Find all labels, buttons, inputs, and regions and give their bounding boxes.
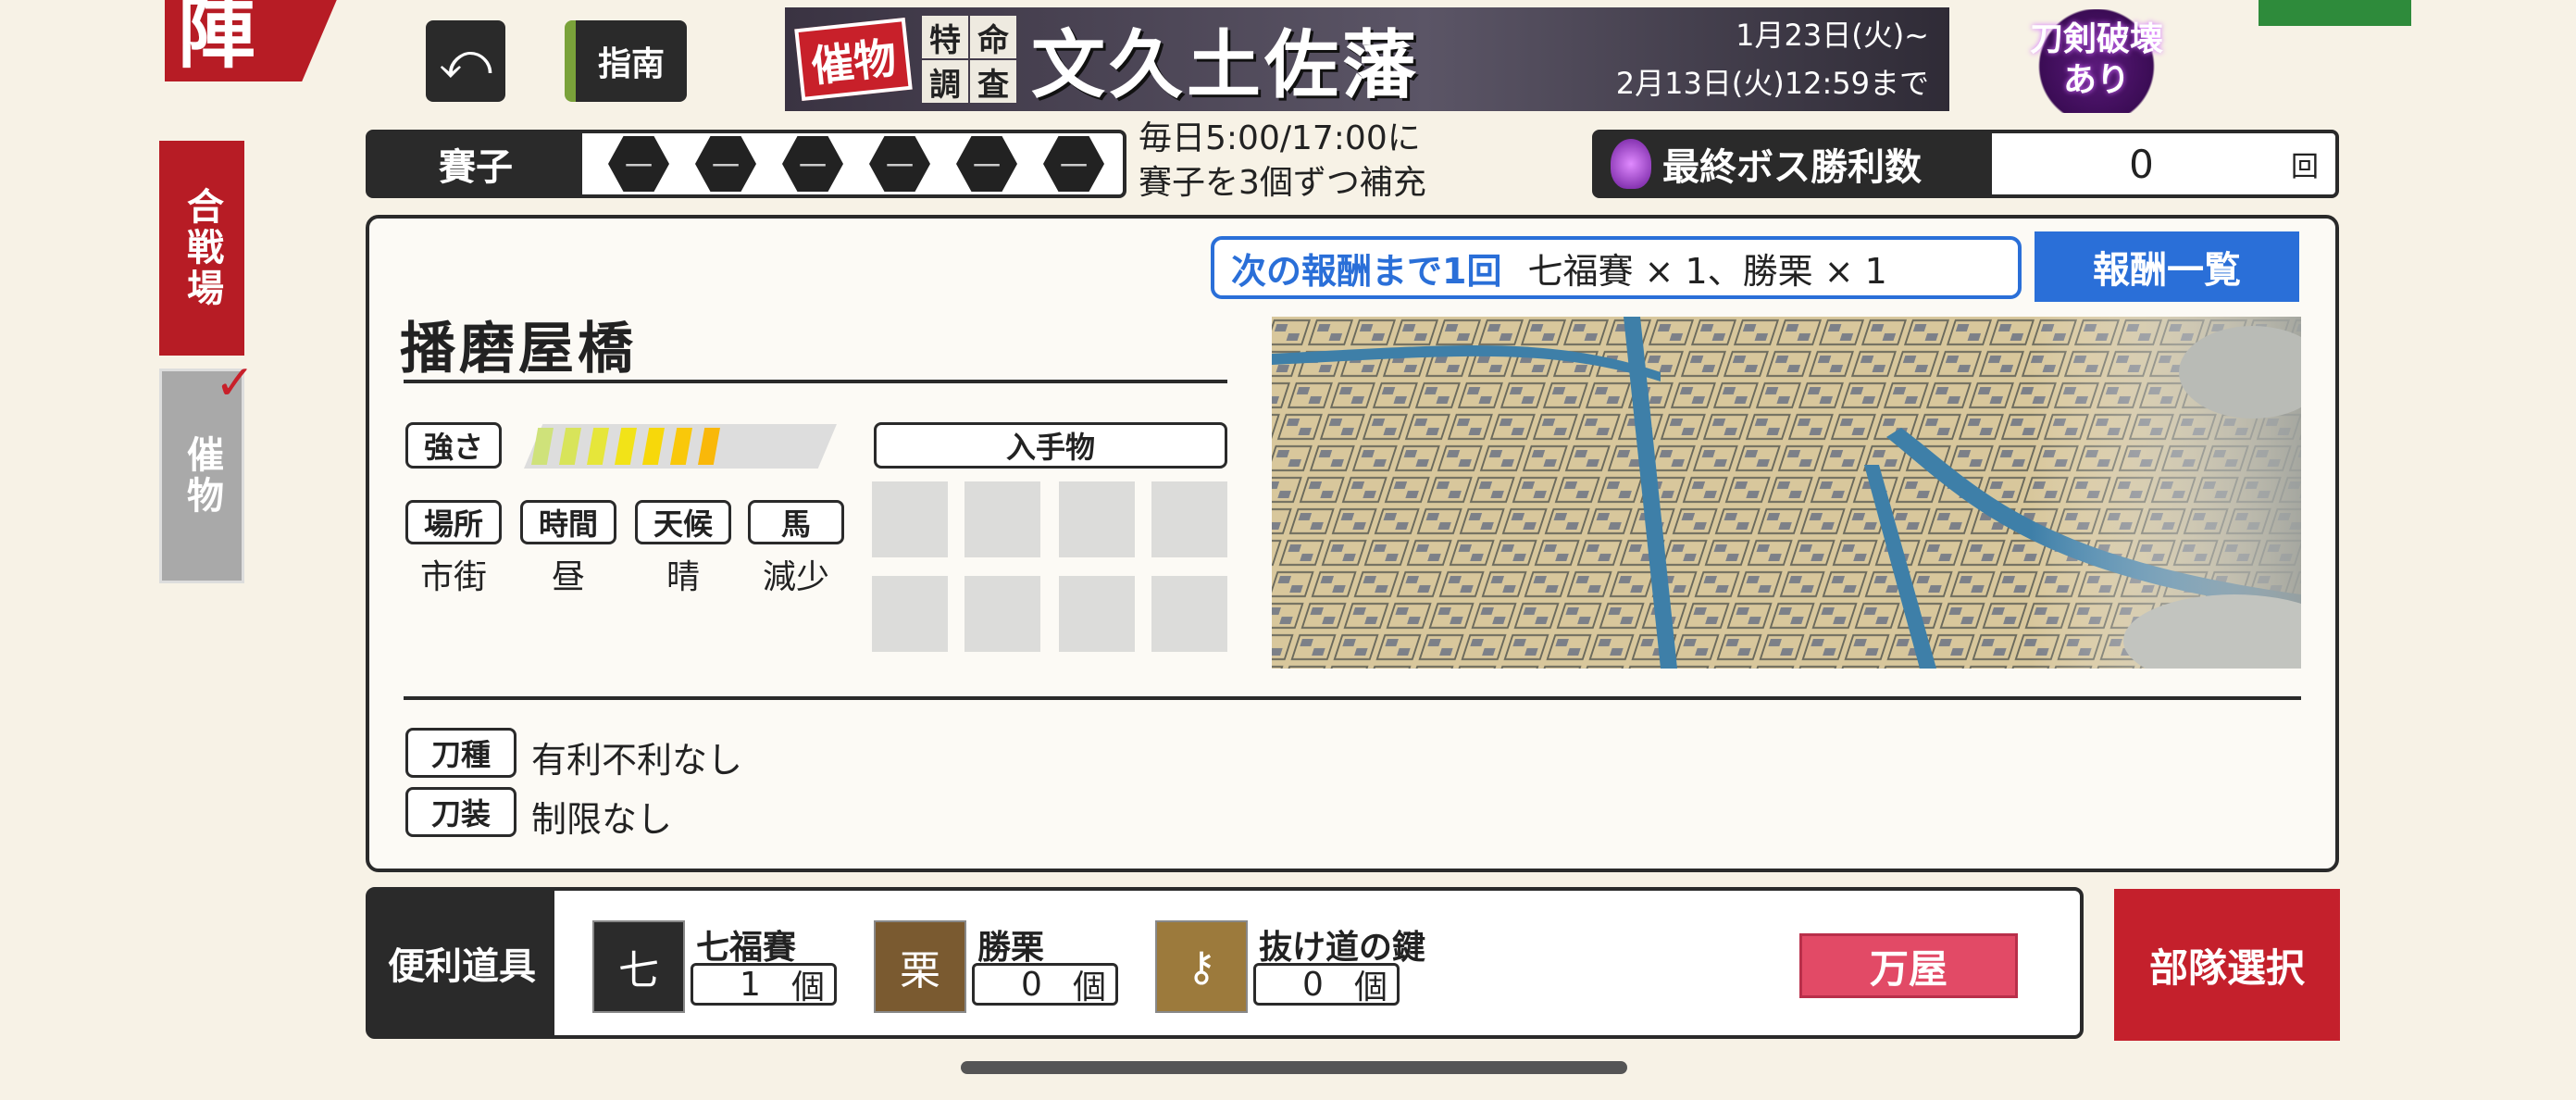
purple-flame-icon [1611,139,1651,189]
condition-time-value: 昼 [551,558,585,596]
boss-wins-label-box: 最終ボス勝利数 [1596,133,1992,194]
tool-item-unit: 個 [790,969,825,1006]
tool-item-count-box: 0 個 [1253,963,1400,1006]
tool-item-name: 抜け道の鍵 [1259,929,1426,967]
drops-label: 入手物 [874,422,1227,469]
drop-slot[interactable] [1151,576,1227,652]
divider [404,696,2301,700]
boss-wins-value: 0 [2129,141,2154,187]
condition-time-label: 時間 [520,500,616,544]
dice-icon: 一 [608,136,669,192]
selected-check-icon: ✓ [215,356,255,411]
sword-break-badge: 刀剣破壊 あり [2018,9,2175,113]
event-period: 1月23日(火)~ 2月13日(火)12:59まで [1616,11,1929,107]
sword-break-label: 刀剣破壊 [2029,19,2163,58]
condition-location-label: 場所 [405,500,502,544]
drop-slot[interactable] [964,481,1040,557]
dice-icon: 一 [956,136,1017,192]
town-map-illustration [1272,317,2301,669]
dice-icon: 一 [1043,136,1104,192]
next-reward-callout: 次の報酬まで1回 七福賽 × 1、勝栗 × 1 [1211,236,2022,299]
back-button[interactable]: ⤺ [426,20,505,102]
sword-type-label: 刀種 [405,728,516,778]
tool-item-count-box: 1 個 [691,963,837,1006]
lucky-dice-icon: 七 [592,920,685,1013]
drop-slot[interactable] [964,576,1040,652]
dice-refill-note: 毎日5:00/17:00に 賽子を3個ずつ補充 [1139,117,1426,206]
condition-horse-label: 馬 [748,500,844,544]
drop-slot[interactable] [1059,481,1135,557]
squad-select-button[interactable]: 部隊選択 [2114,889,2340,1041]
event-banner[interactable]: 催物 特 命 調 査 文久土佐藩 1月23日(火)~ 2月13日(火)12:59… [785,7,1949,111]
condition-horse-value: 減少 [762,558,829,596]
tab-battlefield[interactable]: 合戦場 [159,141,244,356]
tool-item-count: 0 [1021,965,1042,1004]
tool-item-unit: 個 [1353,969,1388,1006]
sword-type-value: 有利不利なし [531,740,743,781]
condition-location-value: 市街 [419,558,487,596]
next-reward-items: 七福賽 × 1、勝栗 × 1 [1527,250,1887,292]
event-date-end: 2月13日(火)12:59まで [1615,66,1929,101]
refill-line-2: 賽子を3個ずつ補充 [1139,164,1426,202]
top-right-green-button[interactable] [2259,0,2411,26]
tool-item-shortcut-key[interactable]: ⚷ 抜け道の鍵 0 個 [1155,920,1425,1013]
tool-item-name: 勝栗 [977,929,1045,967]
tool-item-chestnut[interactable]: 栗 勝栗 0 個 [874,920,1118,1013]
dice-icon: 一 [869,136,930,192]
shop-button[interactable]: 万屋 [1799,933,2018,998]
tokumei-char: 特 [922,16,968,59]
sword-break-value: あり [2062,60,2130,99]
tokumei-char: 調 [922,60,968,104]
condition-weather-label: 天候 [635,500,731,544]
dice-icon: 一 [782,136,843,192]
tokumei-char: 命 [970,16,1016,59]
undo-arrow-icon: ⤺ [439,31,492,90]
event-date-start: 1月23日(火)~ [1736,18,1929,53]
equipment-label: 刀装 [405,787,516,837]
boss-wins-unit: 回 [2291,151,2319,183]
event-label-badge: 催物 [794,17,913,102]
event-title: 文久土佐藩 [1031,21,1420,108]
dice-label: 賽子 [369,133,582,194]
tokumei-char: 査 [970,60,1016,104]
chestnut-bag-icon: 栗 [874,920,966,1013]
next-reward-label: 次の報酬まで1回 [1231,250,1502,292]
tool-item-unit: 個 [1072,969,1106,1006]
key-icon: ⚷ [1155,920,1248,1013]
stage-map-image [1272,317,2301,669]
tool-item-count: 1 [740,965,761,1004]
tool-item-count: 0 [1302,965,1324,1004]
guide-button[interactable]: 指南 [565,20,687,102]
tool-item-name: 七福賽 [696,929,797,967]
jin-tab[interactable]: 陣 [165,0,341,81]
dice-icon: 一 [695,136,756,192]
condition-weather-value: 晴 [666,558,700,596]
drop-slot[interactable] [872,576,948,652]
home-indicator[interactable] [961,1061,1627,1074]
drop-slot[interactable] [1059,576,1135,652]
refill-line-1: 毎日5:00/17:00に [1139,119,1421,157]
reward-list-button[interactable]: 報酬一覧 [2035,231,2299,302]
strength-label: 強さ [405,422,502,469]
tool-item-count-box: 0 個 [972,963,1118,1006]
divider [404,380,1227,383]
boss-wins-label: 最終ボス勝利数 [1662,145,1922,189]
tool-item-lucky-dice[interactable]: 七 七福賽 1 個 [592,920,837,1013]
utility-items-label: 便利道具 [369,891,554,1035]
drop-slot[interactable] [872,481,948,557]
equipment-value: 制限なし [531,799,673,840]
drop-slot[interactable] [1151,481,1227,557]
tokumei-chousa-badge: 特 命 調 査 [922,16,1016,104]
stage-name: 播磨屋橋 [400,317,637,381]
boss-wins-bar: 最終ボス勝利数 0 回 [1592,130,2339,198]
dice-bar: 賽子 一 一 一 一 一 一 [366,130,1126,198]
